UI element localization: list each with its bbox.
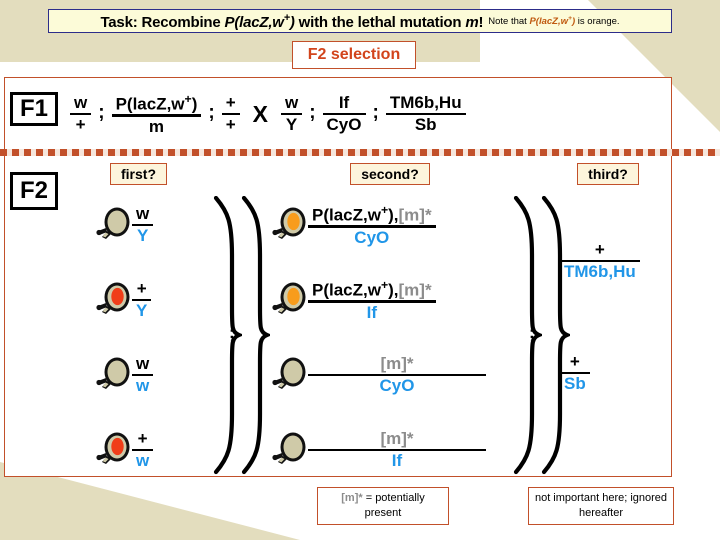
numerator: P(lacZ,w+),[m]*	[312, 277, 432, 300]
fly-head-icon	[96, 281, 132, 319]
brace-open-second	[241, 196, 270, 475]
footnote-not-important: not important here; ignored hereafter	[528, 487, 674, 525]
fly-head-icon	[96, 206, 132, 244]
f1-cross-row: w + ; P(lacZ,w+) m ; + + X w Y ; If CyO …	[70, 86, 466, 142]
chip-first[interactable]: first?	[110, 163, 167, 185]
task-text-mid: with the lethal mutation	[294, 13, 466, 31]
task-mutation: m	[465, 13, 479, 31]
genotype: + w	[132, 430, 154, 470]
genotype: + Y	[132, 280, 152, 320]
f1-female-chr3: + +	[221, 94, 240, 134]
brace-semicolon-1: ;	[229, 323, 235, 342]
task-note: Note that P(lacZ,w+) is orange.	[488, 14, 620, 28]
f2-row: + TM6b,Hu	[560, 232, 640, 290]
brace-close-second	[513, 196, 542, 475]
task-note-gene: P(lacZ,w+)	[529, 14, 576, 28]
page-title: F2 selection	[292, 41, 416, 69]
genotype: [m]* If	[308, 430, 486, 470]
numerator: P(lacZ,w+),[m]*	[312, 202, 432, 225]
f1-male-chr3: TM6b,Hu Sb	[385, 94, 466, 134]
genotype: P(lacZ,w+),[m]* If	[308, 277, 436, 322]
genotype: w w	[132, 355, 154, 395]
f1-female-chr2: P(lacZ,w+) m	[111, 91, 202, 136]
f2-row: + w	[96, 421, 154, 479]
semicolon-1: ;	[98, 101, 105, 123]
chip-second[interactable]: second?	[350, 163, 430, 185]
brace-semicolon-2: ;	[529, 323, 535, 342]
brace-close-first	[213, 196, 242, 475]
generation-divider	[0, 149, 720, 156]
fly-head-icon	[272, 206, 308, 244]
f2-row: w w	[96, 346, 154, 404]
f1-male-chr2: If CyO	[322, 94, 366, 134]
fly-head-icon	[272, 281, 308, 319]
semicolon-3: ;	[309, 101, 316, 123]
stage-tag-f2: F2	[10, 172, 58, 210]
genotype: [m]* CyO	[308, 355, 486, 395]
cross-symbol: X	[252, 100, 268, 127]
f2-row: P(lacZ,w+),[m]* CyO	[272, 196, 436, 254]
genotype: P(lacZ,w+),[m]* CyO	[308, 202, 436, 247]
fly-head-icon	[272, 431, 308, 469]
f2-row: [m]* CyO	[272, 346, 486, 404]
f2-row: [m]* If	[272, 421, 486, 479]
semicolon-2: ;	[208, 101, 215, 123]
task-text-before: Recombine	[137, 13, 225, 31]
task-bang: !	[478, 13, 484, 31]
task-banner: Task: Recombine P(lacZ,w+) with the leth…	[48, 9, 672, 33]
f1-male-chr1: w Y	[280, 94, 303, 134]
task-label: Task:	[100, 13, 138, 31]
f2-row: P(lacZ,w+),[m]* If	[272, 271, 436, 329]
task-gene: P(lacZ,w+)	[224, 11, 295, 31]
f2-row: + Y	[96, 271, 152, 329]
chip-third[interactable]: third?	[577, 163, 639, 185]
brace-open-third	[541, 196, 570, 475]
genotype: w Y	[132, 205, 154, 245]
footnote-potentially-present: [m]* = potentially present	[317, 487, 449, 525]
stage-tag-f1: F1	[10, 92, 58, 126]
semicolon-4: ;	[372, 101, 379, 123]
f1-female-chr1: w +	[70, 94, 92, 134]
fly-head-icon	[96, 431, 132, 469]
genotype: + TM6b,Hu	[560, 241, 640, 281]
footnote-marker: [m]*	[341, 492, 363, 505]
footnote-left-content: [m]* = potentially present	[341, 492, 425, 519]
fly-head-icon	[96, 356, 132, 394]
f1-female-chr2-numerator: P(lacZ,w+)	[115, 91, 198, 114]
fly-head-icon	[272, 356, 308, 394]
task-statement: Task: Recombine P(lacZ,w+) with the leth…	[100, 12, 483, 31]
f2-row: w Y	[96, 196, 154, 254]
slide-canvas: Task: Recombine P(lacZ,w+) with the leth…	[0, 0, 720, 540]
